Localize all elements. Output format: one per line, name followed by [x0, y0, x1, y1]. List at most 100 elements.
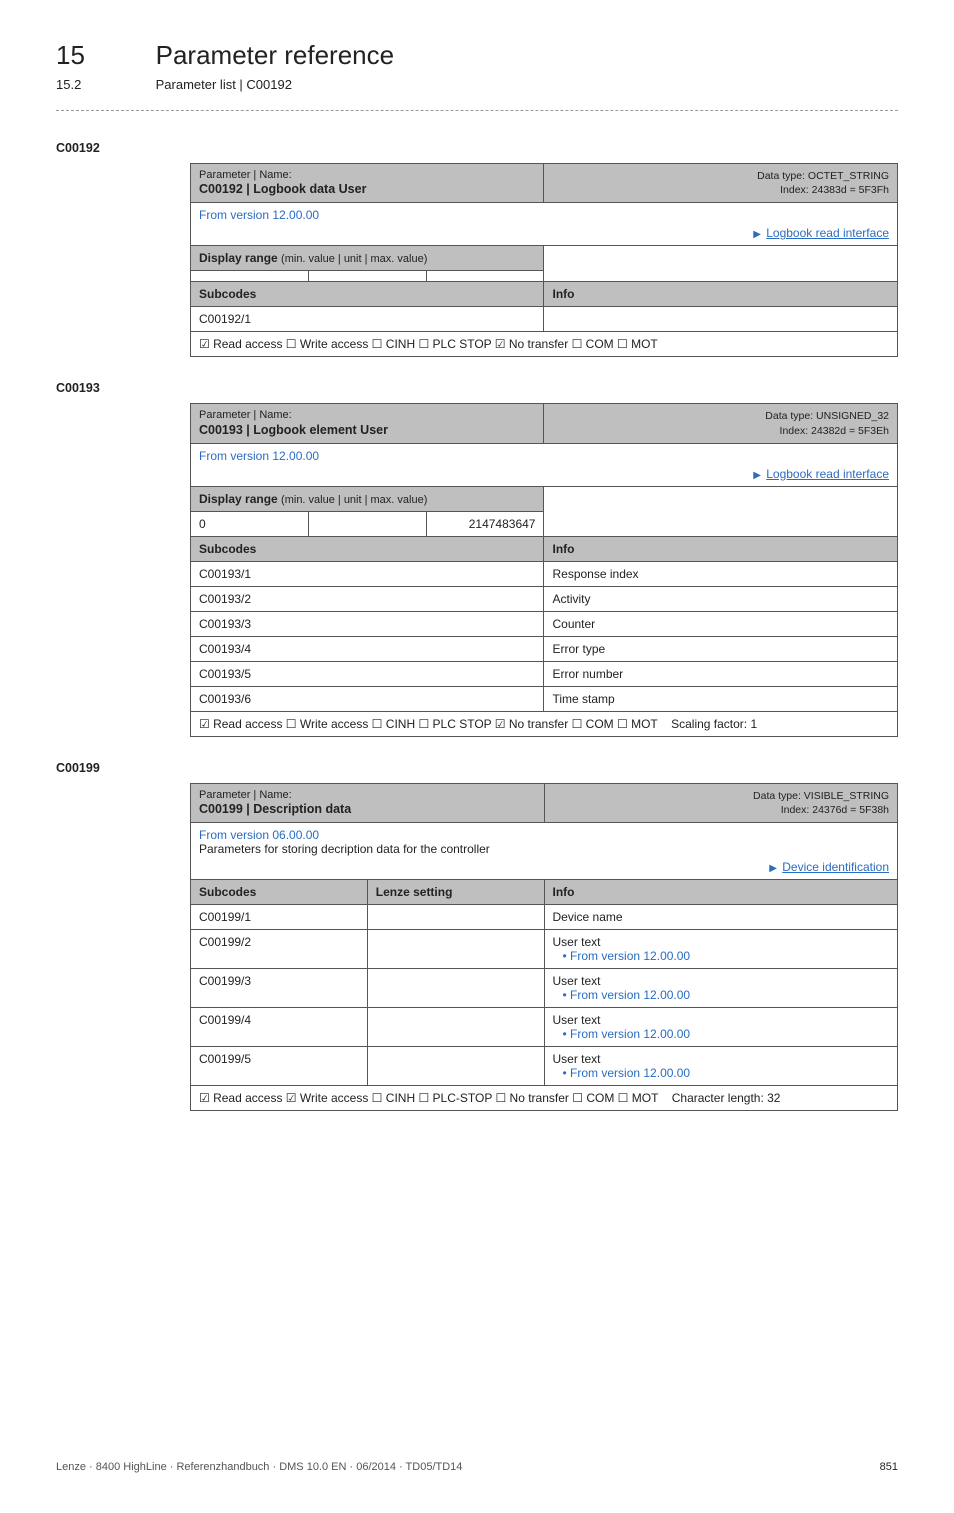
- table-row: User text • From version 12.00.00: [544, 1008, 898, 1047]
- version-cell: From version 06.00.00 Parameters for sto…: [191, 823, 898, 880]
- param-meta-cell: Data type: VISIBLE_STRING Index: 24376d …: [544, 783, 898, 822]
- table-row: [367, 905, 544, 930]
- divider: [56, 110, 898, 111]
- access-row: ☑ Read access ☐ Write access ☐ CINH ☐ PL…: [191, 332, 898, 357]
- pn-label: Parameter | Name:: [199, 409, 535, 422]
- range-max-cell: 2147483647: [426, 511, 544, 536]
- table-row: [367, 930, 544, 969]
- version-cell: From version 12.00.00 ▶ Logbook read int…: [191, 203, 898, 246]
- table-row: C00199/1: [191, 905, 368, 930]
- range-min-cell: 0: [191, 511, 309, 536]
- display-range-label: Display range: [199, 251, 278, 265]
- table-row: C00193/5: [191, 661, 544, 686]
- param-name-cell: Parameter | Name: C00193 | Logbook eleme…: [191, 404, 544, 443]
- info-text: User text: [553, 1013, 890, 1027]
- param-meta-cell: Data type: UNSIGNED_32 Index: 24382d = 5…: [544, 404, 898, 443]
- param-label-c00199: C00199: [56, 761, 898, 775]
- display-range-empty: [544, 246, 898, 282]
- range-min-cell: [191, 271, 309, 282]
- table-row: C00193/1: [191, 561, 544, 586]
- range-unit-cell: [308, 271, 426, 282]
- access-row: ☑ Read access ☐ Write access ☐ CINH ☐ PL…: [191, 711, 898, 736]
- param-name-cell: Parameter | Name: C00199 | Description d…: [191, 783, 545, 822]
- version-text: From version 12.00.00: [199, 208, 889, 222]
- device-ident-link[interactable]: Device identification: [782, 860, 889, 874]
- access-row: ☑ Read access ☑ Write access ☐ CINH ☐ PL…: [191, 1086, 898, 1111]
- pn-name: C00193 | Logbook element User: [199, 423, 535, 437]
- version-link: • From version 12.00.00: [553, 949, 890, 963]
- info-header: Info: [544, 282, 898, 307]
- table-row: C00199/4: [191, 1008, 368, 1047]
- version-link: • From version 12.00.00: [553, 1027, 890, 1041]
- table-row: C00193/3: [191, 611, 544, 636]
- display-range-header: Display range (min. value | unit | max. …: [191, 486, 544, 511]
- table-row: [367, 969, 544, 1008]
- param-name-cell: Parameter | Name: C00192 | Logbook data …: [191, 164, 544, 203]
- chapter-title: Parameter reference: [156, 40, 394, 70]
- section-header: 15.2 Parameter list | C00192: [56, 77, 898, 92]
- index: Index: 24376d = 5F38h: [553, 803, 890, 817]
- page-header: 15 Parameter reference: [56, 40, 898, 71]
- char-length: Character length: 32: [672, 1091, 781, 1105]
- table-row: C00192/1: [191, 307, 544, 332]
- table-row: User text • From version 12.00.00: [544, 930, 898, 969]
- pn-label: Parameter | Name:: [199, 789, 536, 802]
- range-max-cell: [426, 271, 544, 282]
- version-cell: From version 12.00.00 ▶ Logbook read int…: [191, 443, 898, 486]
- table-row: Counter: [544, 611, 898, 636]
- logbook-interface-link[interactable]: Logbook read interface: [766, 467, 889, 481]
- display-range-label: Display range: [199, 492, 278, 506]
- table-c00192: Parameter | Name: C00192 | Logbook data …: [190, 163, 898, 357]
- param-label-c00192: C00192: [56, 141, 898, 155]
- subcodes-header: Subcodes: [191, 536, 544, 561]
- pn-name: C00199 | Description data: [199, 802, 536, 816]
- version-text: From version 06.00.00: [199, 828, 889, 842]
- index: Index: 24383d = 5F3Fh: [552, 183, 889, 197]
- info-text: User text: [553, 935, 890, 949]
- table-row: C00193/6: [191, 686, 544, 711]
- table-row: User text • From version 12.00.00: [544, 1047, 898, 1086]
- table-row: Device name: [544, 905, 898, 930]
- version-link: • From version 12.00.00: [553, 988, 890, 1002]
- table-row: C00193/4: [191, 636, 544, 661]
- page-number: 851: [880, 1461, 898, 1473]
- table-row: C00199/2: [191, 930, 368, 969]
- param-label-c00193: C00193: [56, 381, 898, 395]
- section-number: 15.2: [56, 77, 152, 92]
- logbook-interface-link[interactable]: Logbook read interface: [766, 226, 889, 240]
- param-desc: Parameters for storing decription data f…: [199, 842, 889, 856]
- pn-name: C00192 | Logbook data User: [199, 182, 535, 196]
- table-row: [367, 1047, 544, 1086]
- page-footer: Lenze · 8400 HighLine · Referenzhandbuch…: [56, 1461, 898, 1473]
- display-range-sub: (min. value | unit | max. value): [281, 494, 427, 506]
- table-row: Error number: [544, 661, 898, 686]
- version-text: From version 12.00.00: [199, 449, 889, 463]
- access-flags: ☑ Read access ☑ Write access ☐ CINH ☐ PL…: [199, 1091, 658, 1105]
- subcodes-header: Subcodes: [191, 880, 368, 905]
- footer-text: Lenze · 8400 HighLine · Referenzhandbuch…: [56, 1461, 462, 1473]
- table-c00193: Parameter | Name: C00193 | Logbook eleme…: [190, 403, 898, 736]
- pn-label: Parameter | Name:: [199, 169, 535, 182]
- display-range-empty: [544, 486, 898, 536]
- info-header: Info: [544, 536, 898, 561]
- table-row: [544, 307, 898, 332]
- table-row: Response index: [544, 561, 898, 586]
- range-unit-cell: [308, 511, 426, 536]
- info-text: Device name: [553, 910, 623, 924]
- table-c00199: Parameter | Name: C00199 | Description d…: [190, 783, 898, 1111]
- info-header: Info: [544, 880, 898, 905]
- table-row: C00199/5: [191, 1047, 368, 1086]
- table-row: User text • From version 12.00.00: [544, 969, 898, 1008]
- version-link: • From version 12.00.00: [553, 1066, 890, 1080]
- table-row: C00199/3: [191, 969, 368, 1008]
- access-flags: ☑ Read access ☐ Write access ☐ CINH ☐ PL…: [199, 717, 658, 731]
- display-range-sub: (min. value | unit | max. value): [281, 253, 427, 265]
- subcodes-header: Subcodes: [191, 282, 544, 307]
- table-row: Time stamp: [544, 686, 898, 711]
- triangle-icon: ▶: [753, 229, 761, 240]
- param-meta-cell: Data type: OCTET_STRING Index: 24383d = …: [544, 164, 898, 203]
- data-type: Data type: VISIBLE_STRING: [553, 789, 890, 803]
- scaling-factor: Scaling factor: 1: [671, 717, 757, 731]
- info-text: User text: [553, 1052, 890, 1066]
- table-row: Activity: [544, 586, 898, 611]
